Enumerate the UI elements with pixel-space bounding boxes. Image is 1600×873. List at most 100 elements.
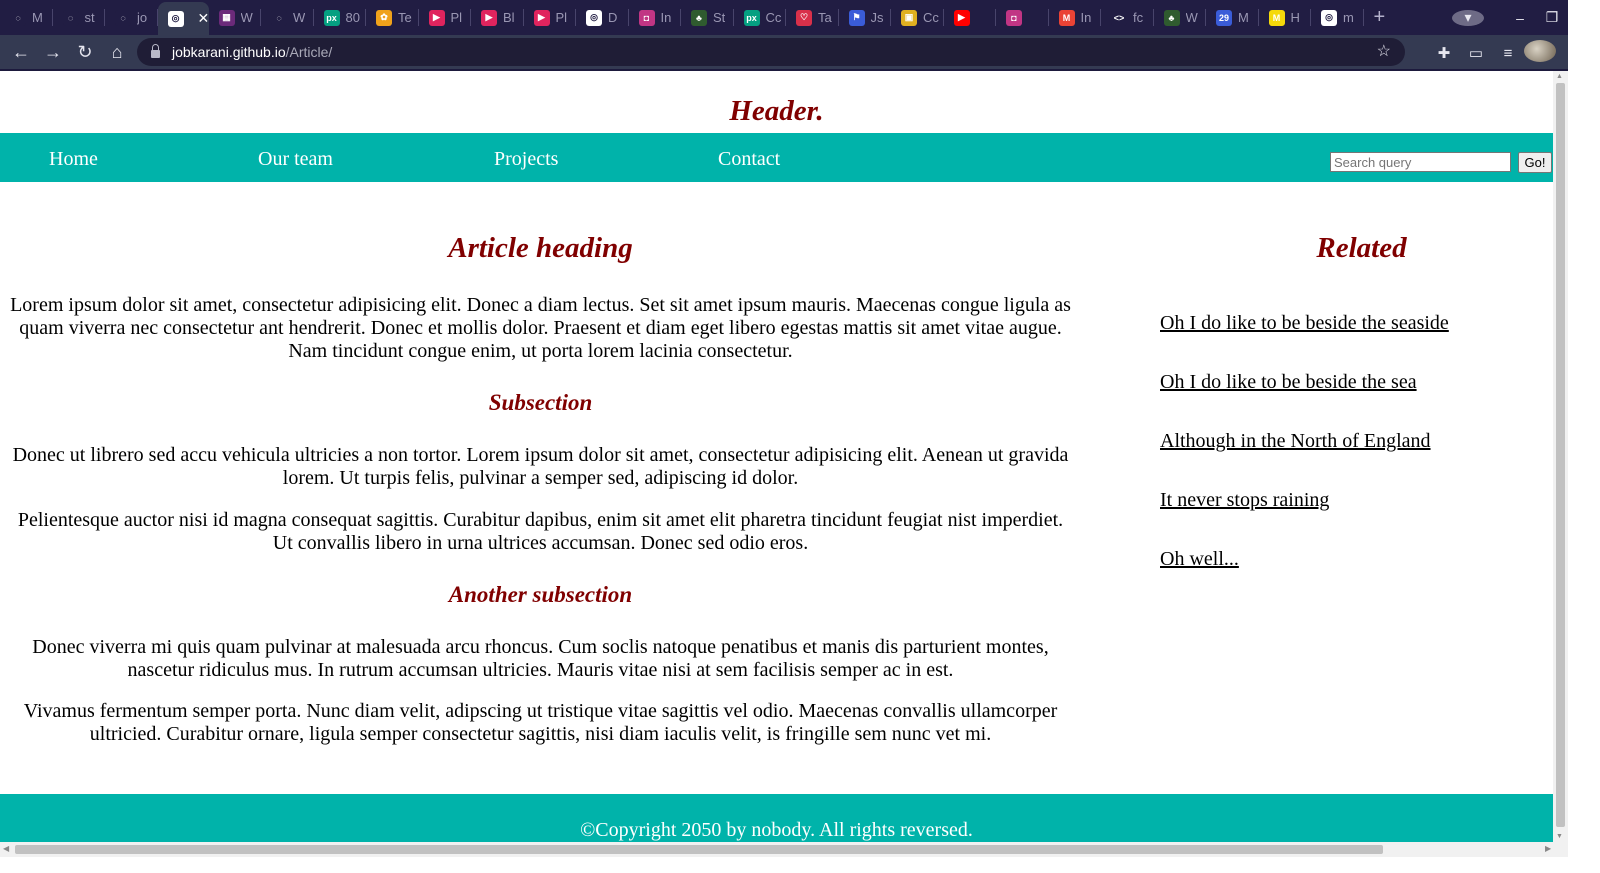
tab-favicon-icon: ◎ bbox=[1321, 9, 1337, 26]
browser-tab[interactable]: ✿ Te bbox=[366, 0, 419, 35]
tab-favicon-icon: px bbox=[323, 9, 340, 26]
tab-favicon-icon: ▶ bbox=[953, 9, 970, 26]
browser-tab[interactable]: ♡ Ta bbox=[786, 0, 839, 35]
lock-icon[interactable] bbox=[151, 43, 160, 58]
browser-tab[interactable]: ▶ Pl bbox=[419, 0, 471, 35]
browser-tab[interactable]: ♣ St bbox=[681, 0, 734, 35]
tab-favicon-icon: ▦ bbox=[218, 9, 235, 26]
tab-title: Cc bbox=[923, 10, 939, 25]
article-heading: Article heading bbox=[448, 232, 633, 264]
tab-favicon-icon: ◎ bbox=[586, 9, 602, 26]
site-title: Header. bbox=[729, 95, 824, 127]
browser-tab[interactable]: px Cc bbox=[734, 0, 786, 35]
tab-favicon-icon: <> bbox=[1111, 9, 1127, 26]
browser-tab[interactable]: ▣ Cc bbox=[891, 0, 944, 35]
scroll-right-arrow-icon[interactable]: ▶ bbox=[1545, 844, 1551, 853]
article-paragraph: Vivamus fermentum semper porta. Nunc dia… bbox=[23, 700, 1058, 745]
browser-tab[interactable]: ♣ W bbox=[1154, 0, 1206, 35]
tab-favicon-icon: ◌ bbox=[271, 9, 287, 26]
extensions-puzzle-icon[interactable]: ✚ bbox=[1428, 44, 1460, 62]
url-text[interactable]: jobkarani.github.io/Article/ bbox=[172, 44, 332, 60]
address-bar[interactable]: jobkarani.github.io/Article/ ☆ bbox=[137, 38, 1405, 66]
close-tab-icon[interactable]: ✕ bbox=[198, 10, 209, 27]
bookmark-star-icon[interactable]: ☆ bbox=[1377, 41, 1391, 61]
browser-tab[interactable]: ◘ bbox=[996, 0, 1049, 35]
tab-favicon-icon: ▶ bbox=[428, 9, 445, 26]
nav-link-home[interactable]: Home bbox=[49, 148, 98, 171]
tab-favicon-icon: ♣ bbox=[691, 9, 707, 26]
tab-title: W bbox=[240, 10, 253, 25]
horizontal-scrollbar[interactable]: ◀ ▶ bbox=[0, 842, 1568, 857]
related-link[interactable]: Oh well... bbox=[1160, 548, 1239, 571]
related-link[interactable]: It never stops raining bbox=[1160, 489, 1329, 512]
tab-title: Pl bbox=[450, 10, 463, 25]
browser-tab[interactable]: ◌ st bbox=[53, 0, 105, 35]
home-icon[interactable]: ⌂ bbox=[101, 42, 133, 63]
browser-tab[interactable]: ▶ Pl bbox=[524, 0, 576, 35]
media-control-icon[interactable]: ≡ bbox=[1492, 45, 1524, 62]
scroll-up-arrow-icon[interactable]: ▲ bbox=[1556, 73, 1563, 80]
back-icon[interactable]: ← bbox=[5, 42, 37, 63]
tab-favicon-icon: ▶ bbox=[481, 9, 497, 26]
tab-title: Te bbox=[398, 10, 412, 25]
browser-tab[interactable]: ◌ M bbox=[0, 0, 53, 35]
nav-link-projects[interactable]: Projects bbox=[494, 148, 558, 171]
related-link[interactable]: Oh I do like to be beside the seaside bbox=[1160, 312, 1449, 335]
article-paragraph: Donec viverra mi quis quam pulvinar at m… bbox=[32, 636, 1049, 681]
browser-tab[interactable]: px 80 bbox=[314, 0, 366, 35]
profile-avatar[interactable] bbox=[1524, 40, 1556, 66]
tab-title: D bbox=[608, 10, 618, 25]
tab-title: Cc bbox=[765, 10, 782, 25]
tab-favicon-icon: 29 bbox=[1216, 9, 1232, 26]
search-input[interactable] bbox=[1330, 152, 1511, 172]
copyright-text: ©Copyright 2050 by nobody. All rights re… bbox=[580, 819, 973, 841]
nav-link-our-team[interactable]: Our team bbox=[258, 148, 333, 171]
subsection-heading: Subsection bbox=[488, 390, 593, 415]
horizontal-scroll-thumb[interactable] bbox=[15, 845, 1383, 854]
cast-icon[interactable]: ▭ bbox=[1460, 44, 1492, 62]
tab-favicon-icon: ♣ bbox=[1163, 9, 1180, 26]
site-footer: ©Copyright 2050 by nobody. All rights re… bbox=[0, 794, 1553, 842]
browser-tab[interactable]: ◌ jo bbox=[105, 0, 158, 35]
tab-title: M bbox=[32, 10, 43, 25]
browser-tab[interactable]: ◌ W bbox=[261, 0, 314, 35]
screen-edge bbox=[1568, 0, 1600, 873]
browser-tab[interactable]: ▦ W bbox=[209, 0, 261, 35]
tab-favicon-icon: ▶ bbox=[533, 9, 550, 26]
tab-search-icon[interactable]: ▾ bbox=[1452, 9, 1484, 26]
browser-tab[interactable]: ▶ Bl bbox=[471, 0, 524, 35]
related-link[interactable]: Oh I do like to be beside the sea bbox=[1160, 371, 1417, 394]
browser-tab[interactable]: 29 M bbox=[1206, 0, 1259, 35]
vertical-scroll-thumb[interactable] bbox=[1556, 83, 1565, 827]
restore-button[interactable]: ❐ bbox=[1536, 9, 1568, 26]
browser-tab-strip: ◌ M ◌ st ◌ jo ◎ ✕ ▦ W ◌ Wpx 80 ✿ Te ▶ Pl ▶ Bl ▶ Pl ◎ D ◘ In ♣ St px… bbox=[0, 0, 1600, 35]
browser-tab[interactable]: ▶ bbox=[944, 0, 996, 35]
new-tab-button[interactable]: + bbox=[1374, 6, 1398, 29]
scroll-left-arrow-icon[interactable]: ◀ bbox=[3, 844, 9, 853]
tab-title: Ta bbox=[818, 10, 832, 25]
browser-tab[interactable]: ◘ In bbox=[629, 0, 681, 35]
browser-tab[interactable]: ⚑ Js bbox=[839, 0, 891, 35]
tab-favicon-icon: M bbox=[1268, 9, 1285, 26]
tab-favicon-icon: ✿ bbox=[376, 9, 392, 26]
forward-icon[interactable]: → bbox=[37, 42, 69, 63]
tab-favicon-icon: px bbox=[743, 9, 760, 26]
tab-favicon-icon: ◎ bbox=[167, 10, 184, 27]
browser-tab[interactable]: <> fc bbox=[1101, 0, 1154, 35]
browser-tab[interactable]: M In bbox=[1049, 0, 1101, 35]
nav-link-contact[interactable]: Contact bbox=[718, 148, 780, 171]
article-paragraph: Lorem ipsum dolor sit amet, consectetur … bbox=[10, 294, 1071, 362]
tab-title: st bbox=[84, 10, 95, 25]
scroll-down-arrow-icon[interactable]: ▼ bbox=[1556, 833, 1563, 840]
article-paragraph: Donec ut librero sed accu vehicula ultri… bbox=[12, 444, 1069, 489]
vertical-scrollbar[interactable]: ▲ ▼ bbox=[1553, 71, 1568, 842]
related-link[interactable]: Although in the North of England bbox=[1160, 430, 1431, 453]
minimize-button[interactable]: – bbox=[1504, 10, 1536, 26]
browser-tab[interactable]: ◎ m bbox=[1311, 0, 1364, 35]
search-go-button[interactable]: Go! bbox=[1518, 152, 1552, 173]
browser-tab[interactable]: MH bbox=[1259, 0, 1311, 35]
reload-icon[interactable]: ↻ bbox=[69, 42, 101, 63]
browser-tab[interactable]: ◎ D bbox=[576, 0, 629, 35]
tab-title: m bbox=[1343, 10, 1354, 25]
browser-tab[interactable]: ◎ ✕ bbox=[157, 2, 209, 35]
